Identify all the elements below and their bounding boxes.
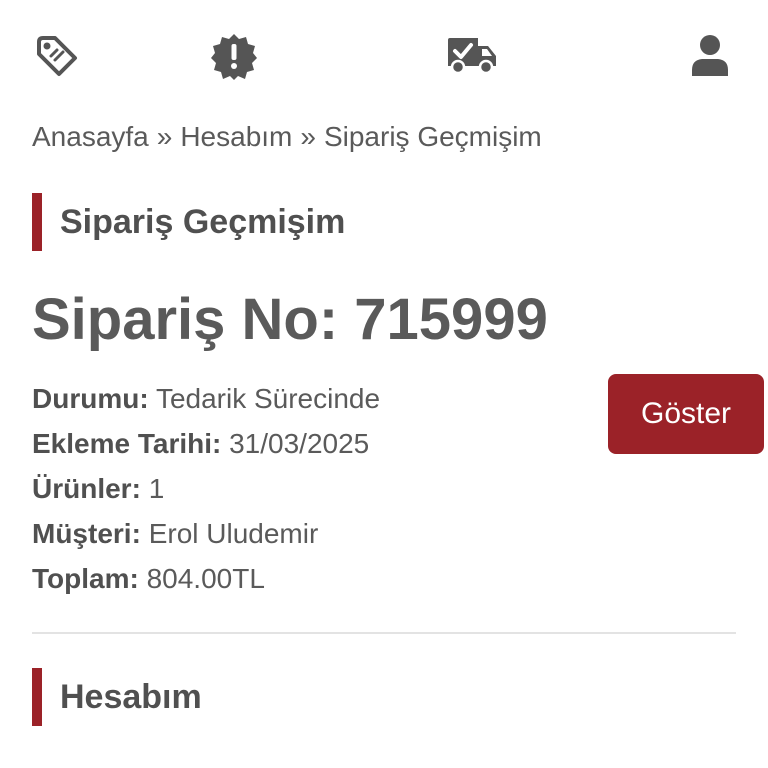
alert-badge-icon[interactable] <box>208 30 260 82</box>
order-date-label: Ekleme Tarihi: <box>32 428 222 459</box>
order-customer-value: Erol Uludemir <box>148 518 319 549</box>
order-customer-row: Müşteri: Erol Uludemir <box>32 511 380 556</box>
account-heading: Hesabım <box>32 668 202 726</box>
order-history-heading: Sipariş Geçmişim <box>32 193 345 251</box>
order-date-value: 31/03/2025 <box>229 428 370 459</box>
order-products-value: 1 <box>148 473 165 504</box>
order-total-value: 804.00TL <box>146 563 265 594</box>
breadcrumb-account-link[interactable]: Hesabım <box>180 121 292 152</box>
order-history-page: Anasayfa» Hesabım» Sipariş Geçmişim Sipari… <box>0 0 768 768</box>
user-icon[interactable] <box>684 30 736 82</box>
order-status-row: Durumu: Tedarik Sürecinde <box>32 376 380 421</box>
order-status-label: Durumu: <box>32 383 149 414</box>
breadcrumb-separator: » <box>156 121 173 152</box>
order-date-row: Ekleme Tarihi: 31/03/2025 <box>32 421 380 466</box>
top-icon-bar <box>0 0 768 110</box>
breadcrumb-current: Sipariş Geçmişim <box>323 121 542 152</box>
order-total-row: Toplam: 804.00TL <box>32 556 380 601</box>
order-number: Sipariş No: 715999 <box>32 287 548 352</box>
show-order-button[interactable]: Göster <box>608 374 764 454</box>
section-divider <box>32 632 736 634</box>
breadcrumb-separator: » <box>300 121 316 152</box>
breadcrumb: Anasayfa» Hesabım» Sipariş Geçmişim <box>32 118 542 156</box>
delivery-truck-icon[interactable] <box>446 30 498 82</box>
order-status-value: Tedarik Sürecinde <box>155 383 381 414</box>
order-customer-label: Müşteri: <box>32 518 141 549</box>
order-details: Durumu: Tedarik Sürecinde Ekleme Tarihi:… <box>32 376 380 601</box>
order-products-label: Ürünler: <box>32 473 141 504</box>
order-total-label: Toplam: <box>32 563 139 594</box>
order-products-row: Ürünler: 1 <box>32 466 380 511</box>
breadcrumb-home-link[interactable]: Anasayfa <box>32 121 149 152</box>
tag-icon[interactable] <box>31 30 83 82</box>
